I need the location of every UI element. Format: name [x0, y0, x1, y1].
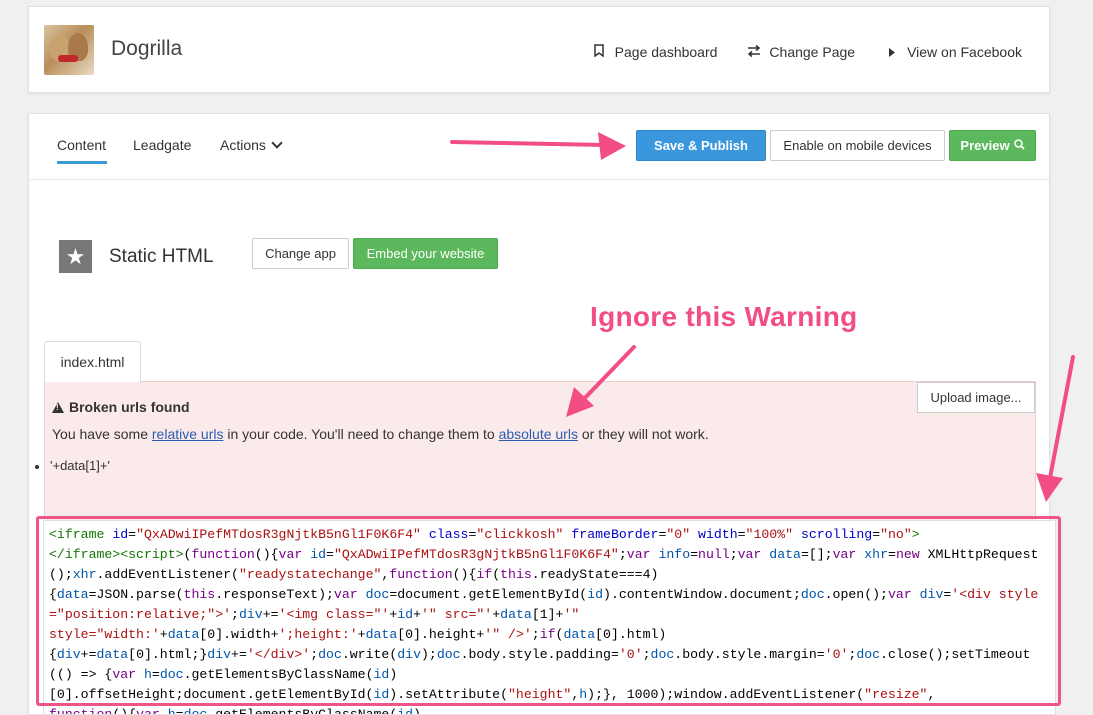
header-links: Page dashboard Change Page View on Faceb… [593, 44, 1022, 60]
chevron-down-icon [271, 137, 283, 149]
star-icon: ★ [59, 240, 92, 273]
arrow-shaft [1048, 355, 1075, 480]
embed-website-button[interactable]: Embed your website [353, 238, 498, 269]
view-on-facebook-label: View on Facebook [907, 44, 1022, 60]
search-icon [1013, 138, 1025, 153]
warning-text-pre: You have some [52, 426, 152, 442]
warning-title: Broken urls found [52, 399, 190, 415]
relative-urls-link[interactable]: relative urls [152, 426, 224, 442]
bow-shape [58, 55, 78, 62]
actions-dropdown[interactable]: Actions [220, 137, 283, 153]
tab-leadgate-label: Leadgate [133, 137, 192, 153]
tab-content-label: Content [57, 137, 107, 153]
active-tab-underline [57, 161, 107, 164]
actions-label: Actions [220, 137, 266, 153]
page-header-card: Dogrilla Page dashboard Change Page View… [28, 6, 1050, 93]
preview-button[interactable]: Preview [949, 130, 1036, 161]
page-dashboard-label: Page dashboard [614, 44, 718, 60]
bullet-dot [35, 464, 39, 469]
swap-arrows-icon [747, 44, 761, 60]
upload-image-button[interactable]: Upload image... [917, 382, 1035, 413]
view-on-facebook-link[interactable]: View on Facebook [885, 44, 1022, 60]
absolute-urls-link[interactable]: absolute urls [499, 426, 578, 442]
page-dashboard-link[interactable]: Page dashboard [593, 44, 718, 60]
tabs-bar: Content Leadgate Actions Save & Publish … [29, 114, 1049, 180]
change-page-label: Change Page [769, 44, 856, 60]
bookmark-icon [593, 44, 606, 60]
preview-label: Preview [960, 138, 1010, 153]
caret-right-icon [885, 45, 898, 60]
app-title: Static HTML [109, 246, 214, 267]
warning-text-mid: in your code. You'll need to change them… [223, 426, 499, 442]
tab-leadgate[interactable]: Leadgate [133, 137, 191, 153]
warning-title-text: Broken urls found [69, 399, 190, 415]
code-content: <iframe id="QxADwiIPefMTdosR3gNjtkB5nGl1… [49, 527, 1039, 715]
broken-url-text: '+data[1]+' [50, 458, 110, 473]
broken-url-item: '+data[1]+' [35, 458, 110, 473]
save-publish-button[interactable]: Save & Publish [636, 130, 766, 161]
change-page-link[interactable]: Change Page [747, 44, 855, 60]
warning-text-post: or they will not work. [577, 426, 709, 442]
tab-content[interactable]: Content [57, 137, 107, 164]
file-tab-index[interactable]: index.html [44, 341, 141, 382]
warning-message: You have some relative urls in your code… [52, 426, 709, 442]
warning-triangle-icon [52, 401, 64, 413]
page-avatar [44, 25, 94, 75]
annotation-text: Ignore this Warning [590, 301, 858, 332]
enable-mobile-button[interactable]: Enable on mobile devices [770, 130, 945, 161]
code-editor[interactable]: <iframe id="QxADwiIPefMTdosR3gNjtkB5nGl1… [43, 520, 1056, 715]
page-title: Dogrilla [111, 37, 183, 60]
change-app-button[interactable]: Change app [252, 238, 349, 269]
